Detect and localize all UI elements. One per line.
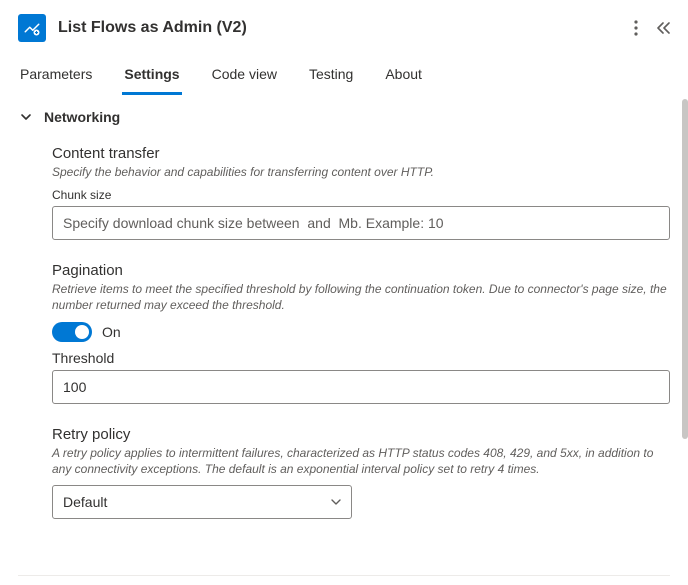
retry-policy-select[interactable] <box>52 485 352 519</box>
connector-icon <box>18 14 46 42</box>
tab-about[interactable]: About <box>383 56 424 95</box>
toggle-knob <box>75 325 89 339</box>
scrollbar-track <box>680 97 688 578</box>
settings-content: Networking Content transfer Specify the … <box>0 95 688 580</box>
group-content-transfer: Content transfer Specify the behavior an… <box>52 145 670 240</box>
retry-policy-desc: A retry policy applies to intermittent f… <box>52 445 670 477</box>
tab-testing[interactable]: Testing <box>307 56 355 95</box>
chunk-size-input[interactable] <box>52 206 670 240</box>
pagination-toggle[interactable] <box>52 322 92 342</box>
pagination-toggle-label: On <box>102 324 121 340</box>
scrollbar-thumb[interactable] <box>682 99 688 439</box>
chunk-size-label: Chunk size <box>52 188 670 202</box>
threshold-input[interactable] <box>52 370 670 404</box>
group-retry-policy: Retry policy A retry policy applies to i… <box>52 426 670 519</box>
collapse-panel-button[interactable] <box>656 21 670 35</box>
section-run-after-header[interactable]: Run after <box>18 576 670 580</box>
section-networking-header[interactable]: Networking <box>18 99 670 135</box>
tab-parameters[interactable]: Parameters <box>18 56 94 95</box>
content-transfer-title: Content transfer <box>52 145 670 162</box>
tab-code-view[interactable]: Code view <box>210 56 279 95</box>
chevron-down-icon <box>18 111 34 123</box>
more-menu-button[interactable] <box>634 20 638 36</box>
tab-bar: Parameters Settings Code view Testing Ab… <box>0 56 688 95</box>
group-pagination: Pagination Retrieve items to meet the sp… <box>52 262 670 403</box>
page-title: List Flows as Admin (V2) <box>58 19 622 37</box>
section-networking-title: Networking <box>44 109 120 125</box>
section-networking-body: Content transfer Specify the behavior an… <box>18 135 670 561</box>
pagination-title: Pagination <box>52 262 670 279</box>
content-transfer-desc: Specify the behavior and capabilities fo… <box>52 164 670 180</box>
retry-policy-title: Retry policy <box>52 426 670 443</box>
threshold-label: Threshold <box>52 350 670 366</box>
tab-settings[interactable]: Settings <box>122 56 181 95</box>
panel-header: List Flows as Admin (V2) <box>0 0 688 56</box>
pagination-desc: Retrieve items to meet the specified thr… <box>52 281 670 313</box>
